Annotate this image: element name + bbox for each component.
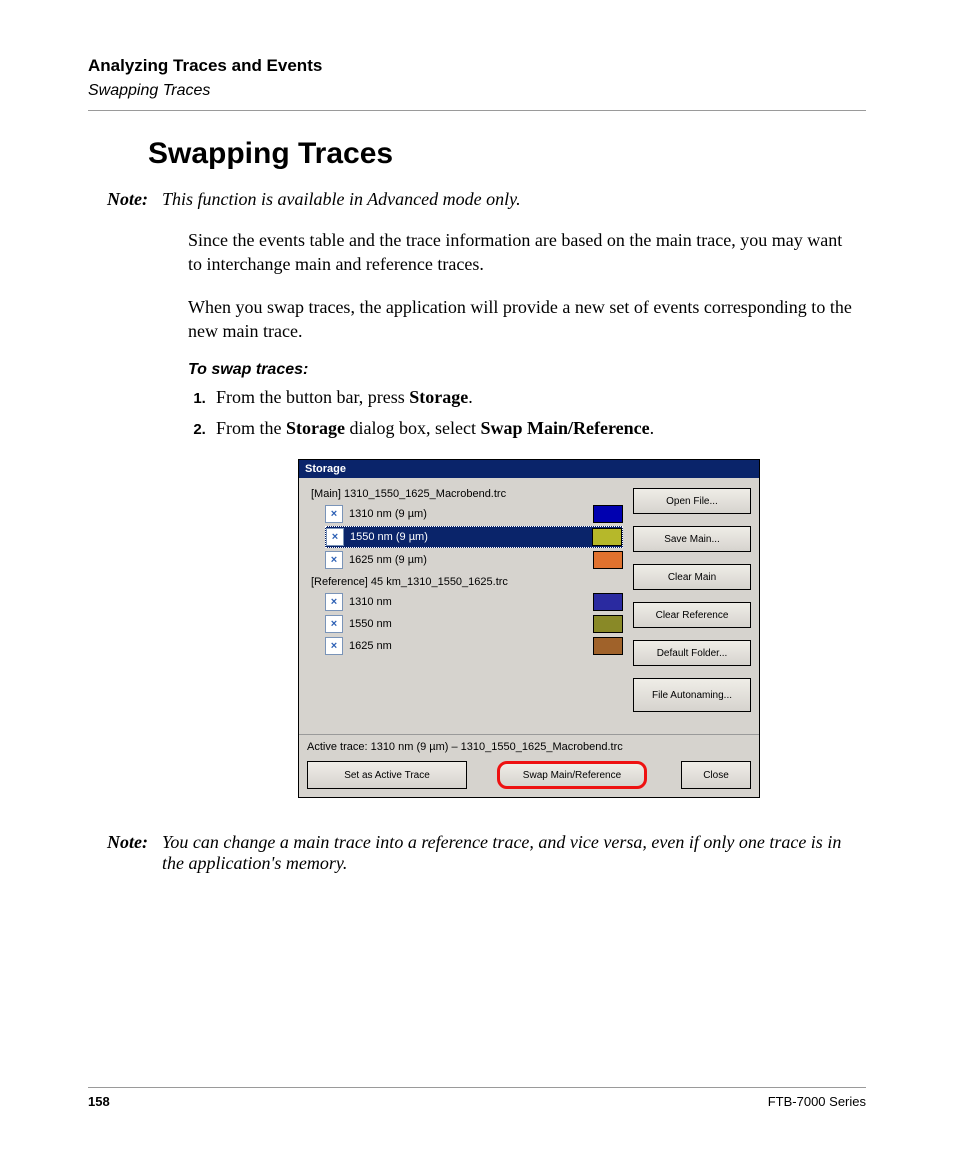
clear-main-button[interactable]: Clear Main xyxy=(633,564,751,590)
open-file-button[interactable]: Open File... xyxy=(633,488,751,514)
trace-row[interactable]: × 1625 nm xyxy=(325,636,623,656)
series-label: FTB-7000 Series xyxy=(768,1094,866,1109)
close-icon[interactable]: × xyxy=(325,615,343,633)
color-swatch xyxy=(593,593,623,611)
color-swatch xyxy=(593,637,623,655)
note-text: You can change a main trace into a refer… xyxy=(162,832,866,874)
close-icon[interactable]: × xyxy=(326,528,344,546)
active-trace-line: Active trace: 1310 nm (9 µm) – 1310_1550… xyxy=(307,741,759,753)
trace-label: 1625 nm xyxy=(349,640,587,652)
running-head-chapter: Analyzing Traces and Events xyxy=(88,56,866,76)
color-swatch xyxy=(593,505,623,523)
procedure-title: To swap traces: xyxy=(188,361,856,379)
set-active-trace-button[interactable]: Set as Active Trace xyxy=(307,761,467,789)
color-swatch xyxy=(593,615,623,633)
paragraph: Since the events table and the trace inf… xyxy=(188,228,856,277)
dialog-separator xyxy=(299,734,759,735)
main-file-label: [Main] 1310_1550_1625_Macrobend.trc xyxy=(311,488,623,500)
step-2: From the Storage dialog box, select Swap… xyxy=(210,418,856,439)
storage-dialog: Storage [Main] 1310_1550_1625_Macrobend.… xyxy=(298,459,760,798)
close-icon[interactable]: × xyxy=(325,593,343,611)
page-number: 158 xyxy=(88,1094,110,1109)
trace-label: 1550 nm xyxy=(349,618,587,630)
close-button[interactable]: Close xyxy=(681,761,751,789)
color-swatch xyxy=(592,528,622,546)
close-icon[interactable]: × xyxy=(325,505,343,523)
close-icon[interactable]: × xyxy=(325,637,343,655)
file-autonaming-button[interactable]: File Autonaming... xyxy=(633,678,751,712)
trace-row[interactable]: × 1310 nm (9 µm) xyxy=(325,504,623,524)
save-main-button[interactable]: Save Main... xyxy=(633,526,751,552)
dialog-title: Storage xyxy=(299,460,759,478)
note-label: Note: xyxy=(88,832,148,874)
paragraph: When you swap traces, the application wi… xyxy=(188,295,856,344)
color-swatch xyxy=(593,551,623,569)
trace-label: 1310 nm (9 µm) xyxy=(349,508,587,520)
section-title: Swapping Traces xyxy=(148,137,866,171)
swap-main-reference-button[interactable]: Swap Main/Reference xyxy=(497,761,647,789)
close-icon[interactable]: × xyxy=(325,551,343,569)
trace-label: 1550 nm (9 µm) xyxy=(350,531,586,543)
reference-file-label: [Reference] 45 km_1310_1550_1625.trc xyxy=(311,576,623,588)
footer-rule xyxy=(88,1087,866,1088)
trace-row-selected[interactable]: × 1550 nm (9 µm) xyxy=(325,526,623,548)
trace-row[interactable]: × 1550 nm xyxy=(325,614,623,634)
trace-label: 1310 nm xyxy=(349,596,587,608)
running-head-section: Swapping Traces xyxy=(88,82,866,100)
step-1: From the button bar, press Storage. xyxy=(210,387,856,408)
trace-row[interactable]: × 1310 nm xyxy=(325,592,623,612)
default-folder-button[interactable]: Default Folder... xyxy=(633,640,751,666)
header-rule xyxy=(88,110,866,111)
trace-label: 1625 nm (9 µm) xyxy=(349,554,587,566)
clear-reference-button[interactable]: Clear Reference xyxy=(633,602,751,628)
note-text: This function is available in Advanced m… xyxy=(162,189,866,210)
trace-row[interactable]: × 1625 nm (9 µm) xyxy=(325,550,623,570)
note-label: Note: xyxy=(88,189,148,210)
